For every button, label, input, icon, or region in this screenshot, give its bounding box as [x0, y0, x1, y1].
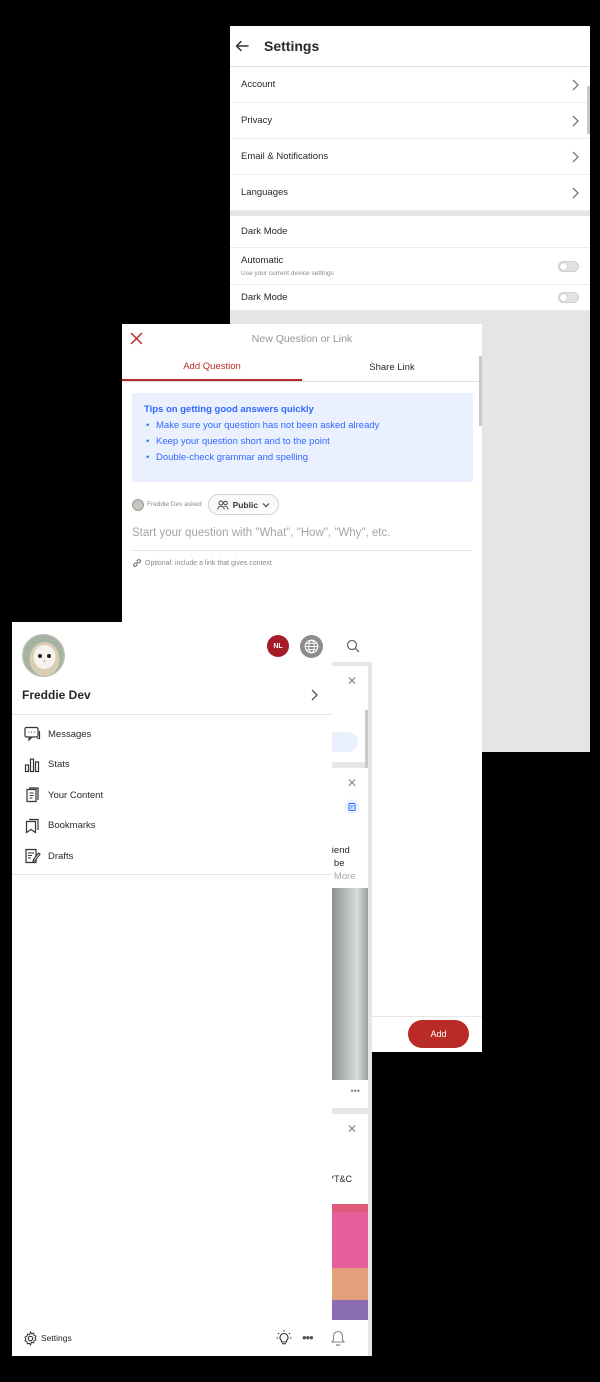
tips-box: Tips on getting good answers quickly Mak…	[132, 393, 473, 482]
dismiss-icon[interactable]: ✕	[347, 776, 357, 790]
feed-card: ✕ l *T&C	[332, 1114, 368, 1356]
side-drawer: NL Freddie Dev Messages Stats Your Conte…	[12, 622, 332, 1356]
avatar	[132, 498, 144, 511]
messages-icon	[24, 727, 41, 742]
menu-item-drafts[interactable]: Drafts	[12, 841, 332, 872]
dismiss-icon[interactable]: ✕	[347, 674, 357, 688]
link-input-row[interactable]: Optional: include a link that gives cont…	[132, 558, 482, 568]
chevron-right-icon	[571, 151, 579, 163]
tips-list: Make sure your question has not been ask…	[144, 420, 461, 463]
feed-text: l *T&C	[332, 1174, 353, 1184]
dark-mode-toggle[interactable]	[558, 292, 579, 303]
tip-item: Double-check grammar and spelling	[144, 452, 461, 463]
ad-image[interactable]	[332, 1204, 368, 1320]
asked-by-label: Freddie Dev asked	[147, 501, 202, 508]
modal-title: New Question or Link	[251, 333, 353, 345]
automatic-sub: Use your current device settings	[241, 270, 334, 277]
feed-pill[interactable]	[332, 732, 358, 752]
settings-row-label: Email & Notifications	[241, 151, 329, 162]
settings-row-account[interactable]: Account	[230, 67, 590, 103]
settings-row-languages[interactable]: Languages	[230, 175, 590, 211]
automatic-toggle[interactable]	[558, 260, 579, 272]
gear-icon	[24, 1330, 37, 1346]
tip-item: Make sure your question has not been ask…	[144, 420, 461, 431]
tab-share-link[interactable]: Share Link	[302, 354, 482, 381]
chevron-right-icon	[571, 115, 579, 127]
more-icon[interactable]: •••	[351, 1086, 360, 1096]
drawer-footer: Settings •••	[12, 1320, 332, 1356]
feed-text[interactable]: d More	[332, 871, 356, 882]
settings-header: Settings	[230, 26, 590, 67]
lightbulb-icon[interactable]	[275, 1329, 293, 1347]
feed-card: ✕ friend o be d More •••	[332, 768, 368, 1108]
menu-item-bookmarks[interactable]: Bookmarks	[12, 811, 332, 842]
feed-background: ✕ ✕ friend o be d More ••• ✕ l *T&C	[332, 622, 372, 1356]
people-icon	[216, 500, 229, 510]
menu-item-messages[interactable]: Messages	[12, 719, 332, 750]
menu-item-label: Your Content	[48, 789, 104, 801]
tip-item: Keep your question short and to the poin…	[144, 436, 461, 447]
user-name[interactable]: Freddie Dev	[22, 688, 91, 702]
settings-scrollbar[interactable]	[587, 86, 590, 134]
feed-image[interactable]	[332, 888, 368, 1080]
modal-header: New Question or Link	[122, 324, 482, 354]
menu-item-label: Stats	[48, 759, 70, 771]
chevron-right-icon	[571, 79, 579, 91]
audience-label: Public	[232, 499, 259, 510]
menu-item-stats[interactable]: Stats	[12, 750, 332, 781]
divider	[12, 714, 332, 715]
automatic-label: Automatic	[241, 255, 284, 266]
dark-mode-section-title: Dark Mode	[230, 216, 590, 248]
close-icon[interactable]	[130, 332, 143, 345]
feed-scrollbar[interactable]	[365, 710, 368, 770]
divider	[12, 874, 332, 875]
feed-card: ✕	[332, 666, 368, 770]
settings-label: Settings	[41, 1333, 72, 1343]
dark-mode-row[interactable]: Dark Mode	[230, 285, 590, 311]
automatic-row[interactable]: Automatic Use your current device settin…	[230, 248, 590, 285]
modal-scrollbar[interactable]	[479, 356, 482, 426]
drawer-menu: Messages Stats Your Content Bookmarks Dr…	[12, 719, 332, 872]
globe-icon[interactable]	[300, 635, 323, 658]
feed-text: o be	[332, 858, 345, 869]
avatar[interactable]	[22, 634, 65, 677]
space-icon[interactable]	[344, 799, 360, 815]
audience-dropdown[interactable]: Public	[207, 494, 280, 515]
settings-row-privacy[interactable]: Privacy	[230, 103, 590, 139]
menu-item-your-content[interactable]: Your Content	[12, 780, 332, 811]
menu-item-label: Bookmarks	[48, 820, 96, 832]
language-badge[interactable]: NL	[267, 635, 289, 657]
settings-row-label: Languages	[241, 187, 289, 198]
settings-row-email-notifications[interactable]: Email & Notifications	[230, 139, 590, 175]
stats-icon	[24, 758, 40, 772]
more-icon[interactable]: •••	[302, 1330, 314, 1345]
menu-item-label: Drafts	[48, 850, 74, 862]
content-icon	[26, 787, 39, 803]
dark-mode-label: Dark Mode	[241, 292, 288, 303]
add-button[interactable]: Add	[408, 1020, 469, 1048]
back-arrow-icon[interactable]	[234, 38, 258, 54]
settings-row-label: Privacy	[241, 115, 273, 126]
question-input[interactable]: Start your question with "What", "How", …	[132, 527, 472, 551]
dismiss-icon[interactable]: ✕	[347, 1122, 357, 1136]
automatic-text: Automatic Use your current device settin…	[241, 255, 558, 277]
bell-icon[interactable]	[330, 1329, 346, 1347]
search-icon[interactable]	[346, 639, 360, 653]
settings-title: Settings	[264, 38, 320, 54]
settings-link[interactable]: Settings	[23, 1330, 72, 1346]
drafts-icon	[25, 849, 41, 864]
link-placeholder: Optional: include a link that gives cont…	[145, 559, 272, 567]
tab-add-question[interactable]: Add Question	[122, 354, 302, 381]
asked-by-row: Freddie Dev asked Public	[132, 494, 482, 515]
feed-text: friend	[332, 845, 350, 856]
settings-row-label: Account	[241, 79, 276, 90]
chevron-right-icon	[571, 187, 579, 199]
modal-tabs: Add Question Share Link	[122, 354, 482, 382]
link-icon	[133, 559, 141, 567]
chevron-right-icon[interactable]	[310, 689, 318, 701]
menu-item-label: Messages	[48, 728, 92, 740]
tips-title: Tips on getting good answers quickly	[144, 404, 314, 415]
chevron-down-icon	[262, 502, 270, 507]
bookmark-icon	[25, 818, 39, 834]
